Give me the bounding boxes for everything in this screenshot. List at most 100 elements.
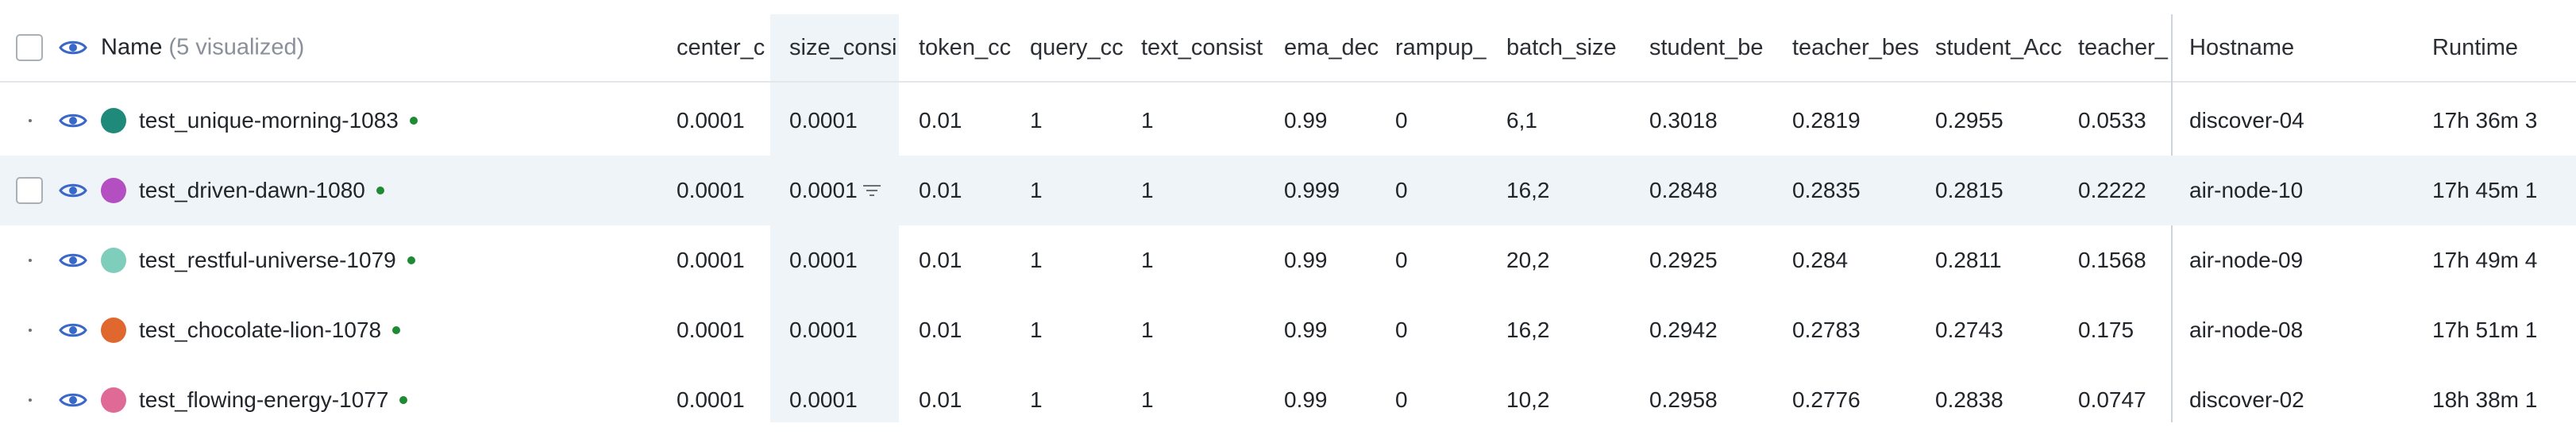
cell-teacher-be: 0.284: [1792, 248, 1849, 272]
cell-student-acc: 0.2815: [1935, 178, 2003, 202]
cell-batch: 16,2: [1506, 178, 1550, 202]
cell-batch: 6,1: [1506, 108, 1537, 133]
column-header-center[interactable]: center_c: [677, 14, 770, 81]
column-header-runtime[interactable]: Runtime: [2432, 14, 2576, 81]
cell-student-be: 0.2925: [1649, 248, 1718, 272]
cell-text: 1: [1141, 318, 1154, 342]
eye-icon[interactable]: [59, 111, 87, 130]
cell-ema: 0.999: [1284, 178, 1340, 202]
table-row[interactable]: test_driven-dawn-1080 0.0001 0.0001 0.01…: [0, 156, 2576, 225]
cell-teacher: 0.175: [2078, 318, 2134, 342]
cell-student-be: 0.2848: [1649, 178, 1718, 202]
run-name[interactable]: test_flowing-energy-1077: [139, 387, 408, 413]
cell-rampup: 0: [1395, 248, 1408, 272]
cell-teacher: 0.2222: [2078, 178, 2146, 202]
cell-token: 0.01: [919, 318, 962, 342]
visualized-count: (5 visualized): [168, 34, 305, 60]
column-header-query[interactable]: query_cc: [1030, 14, 1124, 81]
column-header-text[interactable]: text_consist: [1141, 14, 1268, 81]
cell-batch: 20,2: [1506, 248, 1550, 272]
row-select-handle[interactable]: [29, 329, 32, 332]
column-header-batch[interactable]: batch_size: [1506, 14, 1633, 81]
cell-token: 0.01: [919, 108, 962, 133]
run-name[interactable]: test_unique-morning-1083: [139, 108, 418, 133]
cell-query: 1: [1030, 248, 1043, 272]
eye-icon[interactable]: [59, 321, 87, 340]
run-name[interactable]: test_chocolate-lion-1078: [139, 318, 401, 343]
cell-hostname: air-node-10: [2189, 178, 2304, 202]
eye-icon[interactable]: [59, 391, 87, 410]
run-name[interactable]: test_restful-universe-1079: [139, 248, 415, 273]
cell-teacher: 0.0747: [2078, 387, 2146, 412]
column-header-teacher-be[interactable]: teacher_bes: [1792, 14, 1919, 81]
run-color-swatch[interactable]: [101, 178, 126, 203]
column-header-student-acc[interactable]: student_Acc: [1935, 14, 2062, 81]
cell-token: 0.01: [919, 387, 962, 412]
name-column-header[interactable]: Name (5 visualized): [101, 35, 304, 61]
filter-icon[interactable]: [862, 183, 881, 198]
select-all-checkbox[interactable]: [16, 34, 43, 61]
column-header-hostname[interactable]: Hostname: [2189, 14, 2380, 81]
runs-table: Name (5 visualized) center_c size_consi …: [0, 0, 2576, 422]
running-status-dot: [392, 326, 401, 334]
cell-center: 0.0001: [677, 318, 745, 342]
column-header-size[interactable]: size_consi: [789, 14, 899, 81]
cell-center: 0.0001: [677, 248, 745, 272]
cell-hostname: discover-02: [2189, 387, 2304, 412]
cell-token: 0.01: [919, 178, 962, 202]
cell-center: 0.0001: [677, 387, 745, 412]
cell-size: 0.0001: [789, 178, 858, 202]
column-header-rampup[interactable]: rampup_: [1395, 14, 1489, 81]
column-header-student-be[interactable]: student_be: [1649, 14, 1776, 81]
cell-ema: 0.99: [1284, 248, 1328, 272]
cell-student-be: 0.3018: [1649, 108, 1718, 133]
cell-query: 1: [1030, 178, 1043, 202]
cell-text: 1: [1141, 387, 1154, 412]
cell-rampup: 0: [1395, 178, 1408, 202]
cell-runtime: 17h 45m 1: [2432, 178, 2538, 202]
cell-ema: 0.99: [1284, 318, 1328, 342]
column-header-token[interactable]: token_cc: [919, 14, 1012, 81]
cell-text: 1: [1141, 108, 1154, 133]
table-row[interactable]: test_flowing-energy-1077 0.0001 0.0001 0…: [0, 365, 2576, 435]
row-checkbox[interactable]: [16, 177, 43, 204]
cell-teacher-be: 0.2776: [1792, 387, 1861, 412]
run-color-swatch[interactable]: [101, 108, 126, 133]
column-header-teacher[interactable]: teacher_: [2078, 14, 2171, 81]
eye-icon[interactable]: [59, 181, 87, 200]
run-color-swatch[interactable]: [101, 248, 126, 273]
cell-teacher-be: 0.2835: [1792, 178, 1861, 202]
row-select-handle[interactable]: [29, 119, 32, 122]
cell-center: 0.0001: [677, 178, 745, 202]
eye-icon[interactable]: [59, 251, 87, 270]
cell-hostname: air-node-09: [2189, 248, 2304, 272]
row-select-handle[interactable]: [29, 259, 32, 262]
cell-teacher-be: 0.2819: [1792, 108, 1861, 133]
cell-student-acc: 0.2743: [1935, 318, 2003, 342]
cell-runtime: 18h 38m 1: [2432, 387, 2538, 412]
run-color-swatch[interactable]: [101, 387, 126, 413]
cell-teacher: 0.0533: [2078, 108, 2146, 133]
cell-student-acc: 0.2838: [1935, 387, 2003, 412]
cell-rampup: 0: [1395, 318, 1408, 342]
cell-size: 0.0001: [789, 108, 858, 133]
run-color-swatch[interactable]: [101, 318, 126, 343]
column-header-ema[interactable]: ema_dec: [1284, 14, 1378, 81]
cell-runtime: 17h 36m 3: [2432, 108, 2538, 133]
table-header: Name (5 visualized) center_c size_consi …: [0, 14, 2576, 83]
cell-query: 1: [1030, 387, 1043, 412]
eye-icon[interactable]: [59, 38, 87, 57]
run-name-label: test_chocolate-lion-1078: [139, 318, 382, 342]
cell-rampup: 0: [1395, 108, 1408, 133]
table-row[interactable]: test_unique-morning-1083 0.0001 0.0001 0…: [0, 86, 2576, 156]
run-name[interactable]: test_driven-dawn-1080: [139, 178, 384, 203]
cell-size: 0.0001: [789, 387, 858, 412]
table-row[interactable]: test_restful-universe-1079 0.0001 0.0001…: [0, 225, 2576, 295]
table-row[interactable]: test_chocolate-lion-1078 0.0001 0.0001 0…: [0, 295, 2576, 365]
cell-student-acc: 0.2955: [1935, 108, 2003, 133]
cell-text: 1: [1141, 248, 1154, 272]
cell-runtime: 17h 51m 1: [2432, 318, 2538, 342]
row-select-handle[interactable]: [29, 398, 32, 402]
cell-hostname: discover-04: [2189, 108, 2304, 133]
run-name-label: test_restful-universe-1079: [139, 248, 396, 272]
